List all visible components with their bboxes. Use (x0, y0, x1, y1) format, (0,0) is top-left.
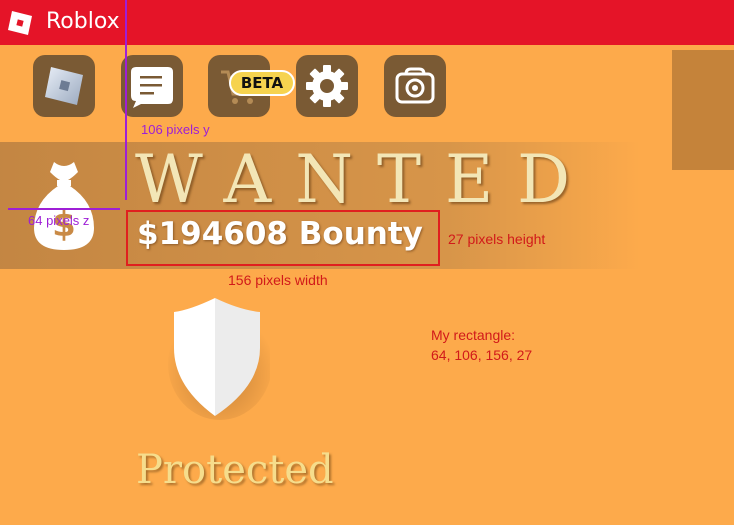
y-measure-label: 106 pixels y (141, 122, 210, 137)
rectangle-title-label: My rectangle: (431, 327, 516, 343)
rectangle-values-label: 64, 106, 156, 27 (431, 347, 533, 363)
window-title: Roblox (46, 9, 120, 34)
roblox-logo-button[interactable] (33, 55, 95, 117)
protected-label: Protected (136, 447, 334, 493)
roblox-logo-icon (8, 11, 32, 35)
roblox-icon (45, 67, 83, 105)
height-measure-label: 27 pixels height (448, 231, 546, 247)
z-measure-line (8, 208, 120, 210)
money-bag-icon: $ (34, 162, 94, 250)
title-bar: Roblox (0, 0, 734, 45)
camera-button[interactable] (384, 55, 446, 117)
gear-icon (306, 65, 348, 107)
camera-icon (395, 67, 435, 104)
chat-button[interactable] (121, 55, 183, 117)
beta-badge: BETA (229, 70, 295, 96)
wanted-title: WANTED (135, 141, 595, 218)
shield-icon (168, 298, 270, 420)
measurement-rectangle (126, 210, 440, 266)
width-measure-label: 156 pixels width (228, 272, 328, 288)
chat-bubble-icon (131, 67, 173, 108)
side-panel (672, 50, 734, 170)
y-measure-line (125, 0, 127, 200)
z-measure-label: 64 pixels z (28, 213, 90, 228)
settings-button[interactable] (296, 55, 358, 117)
